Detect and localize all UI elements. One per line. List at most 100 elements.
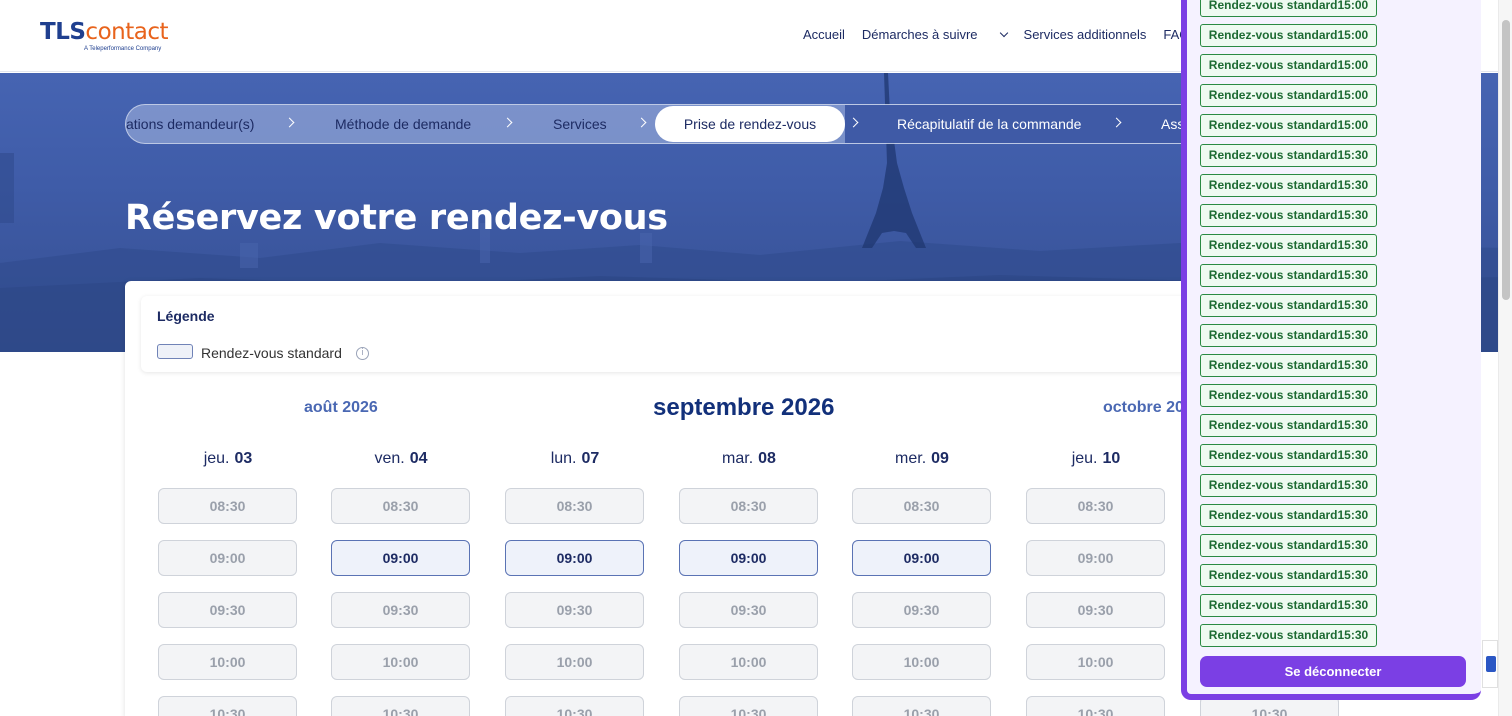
current-month-title: septembre 2026 (653, 394, 835, 421)
day-number: 10 (1102, 450, 1121, 467)
day-header: lun. 07 (505, 450, 645, 468)
time-slot[interactable]: 09:00 (852, 540, 991, 576)
time-slot: 09:30 (1026, 592, 1165, 628)
logo-tls-text: TLS (40, 19, 86, 45)
time-slot: 10:30 (158, 696, 297, 716)
slot-chip[interactable]: Rendez-vous standard15:30 (1200, 294, 1377, 317)
time-slot: 08:30 (852, 488, 991, 524)
nav-demarches[interactable]: Démarches à suivre (861, 27, 1008, 42)
time-slot: 09:30 (852, 592, 991, 628)
day-of-week: mar. (722, 450, 754, 467)
time-slot: 10:00 (679, 644, 818, 680)
time-slot: 10:00 (1026, 644, 1165, 680)
scrollbar-thumb[interactable] (1502, 20, 1510, 300)
legend-box: Légende Rendez-vous standard i (141, 296, 1191, 372)
step-methode-demande[interactable]: Méthode de demande (335, 105, 471, 143)
time-slot: 09:00 (1026, 540, 1165, 576)
time-slot: 10:30 (505, 696, 644, 716)
slot-overlay-panel: Rendez-vous standard15:00 Rendez-vous sta… (1181, 0, 1481, 700)
day-header: mer. 09 (852, 450, 992, 468)
step-services[interactable]: Services (553, 105, 607, 143)
main-nav: Accueil Démarches à suivre Services addi… (803, 27, 1233, 42)
day-number: 07 (581, 450, 600, 467)
day-header: jeu. 10 (1026, 450, 1166, 468)
time-slot: 09:30 (505, 592, 644, 628)
slot-chip[interactable]: Rendez-vous standard15:30 (1200, 564, 1377, 587)
time-slot: 08:30 (331, 488, 470, 524)
day-number: 04 (409, 450, 428, 467)
slot-chip[interactable]: Rendez-vous standard15:30 (1200, 594, 1377, 617)
day-header: jeu. 03 (158, 450, 298, 468)
time-slot: 10:00 (331, 644, 470, 680)
slot-chip[interactable]: Rendez-vous standard15:00 (1200, 24, 1377, 47)
day-of-week: jeu. (203, 450, 230, 467)
time-slot[interactable]: 09:00 (679, 540, 818, 576)
legend-swatch (157, 344, 193, 359)
time-slot: 09:00 (158, 540, 297, 576)
time-slot: 08:30 (505, 488, 644, 524)
chevron-right-icon (284, 117, 295, 128)
legend-title: Légende (157, 308, 215, 324)
slot-chip[interactable]: Rendez-vous standard15:30 (1200, 624, 1377, 647)
time-slot: 10:30 (1026, 696, 1165, 716)
slot-chip[interactable]: Rendez-vous standard15:30 (1200, 354, 1377, 377)
day-of-week: lun. (550, 450, 577, 467)
day-of-week: mer. (895, 450, 927, 467)
nav-accueil[interactable]: Accueil (803, 27, 845, 42)
chevron-down-icon (999, 28, 1008, 38)
day-header: ven. 04 (331, 450, 471, 468)
slot-chip[interactable]: Rendez-vous standard15:30 (1200, 504, 1377, 527)
time-slot: 08:30 (679, 488, 818, 524)
logout-button[interactable]: Se déconnecter (1200, 656, 1466, 687)
time-slot: 10:30 (679, 696, 818, 716)
day-number: 09 (931, 450, 949, 467)
time-slot: 09:30 (679, 592, 818, 628)
slot-chip[interactable]: Rendez-vous standard15:30 (1200, 324, 1377, 347)
time-slot[interactable]: 09:00 (331, 540, 470, 576)
slot-chip[interactable]: Rendez-vous standard15:30 (1200, 264, 1377, 287)
slot-chip[interactable]: Rendez-vous standard15:00 (1200, 84, 1377, 107)
slot-chip[interactable]: Rendez-vous standard15:00 (1200, 0, 1377, 17)
slot-chip[interactable]: Rendez-vous standard15:30 (1200, 414, 1377, 437)
step-prise-rendez-vous[interactable]: Prise de rendez-vous (655, 106, 845, 142)
legend-label: Rendez-vous standard (201, 345, 342, 361)
chevron-right-icon (502, 117, 513, 128)
slot-chip[interactable]: Rendez-vous standard15:30 (1200, 234, 1377, 257)
day-number: 08 (758, 450, 776, 467)
slot-chip[interactable]: Rendez-vous standard15:30 (1200, 204, 1377, 227)
recaptcha-icon (1486, 656, 1496, 672)
nav-demarches-label: Démarches à suivre (861, 27, 978, 42)
progress-stepper: ations demandeur(s) Méthode de demande S… (125, 104, 1205, 144)
page-scrollbar[interactable] (1498, 0, 1512, 716)
time-slot: 10:00 (852, 644, 991, 680)
chevron-right-icon (636, 117, 647, 128)
step-informations-demandeurs[interactable]: ations demandeur(s) (126, 105, 254, 143)
time-slot: 09:30 (331, 592, 470, 628)
info-icon[interactable]: i (356, 347, 369, 360)
slot-chip[interactable]: Rendez-vous standard15:00 (1200, 54, 1377, 77)
time-slot: 10:00 (158, 644, 297, 680)
time-slot: 09:30 (158, 592, 297, 628)
day-of-week: ven. (374, 450, 405, 467)
slot-chip[interactable]: Rendez-vous standard15:30 (1200, 174, 1377, 197)
slot-chip[interactable]: Rendez-vous standard15:30 (1200, 534, 1377, 557)
time-slot: 10:30 (852, 696, 991, 716)
time-slot[interactable]: 09:00 (505, 540, 644, 576)
time-slot: 10:00 (505, 644, 644, 680)
slot-chip[interactable]: Rendez-vous standard15:30 (1200, 474, 1377, 497)
tls-logo[interactable]: TLScontact A Teleperformance Company (40, 19, 168, 52)
next-month-link[interactable]: octobre 20 (1103, 399, 1184, 417)
time-slot: 08:30 (158, 488, 297, 524)
logo-subtitle: A Teleperformance Company (84, 46, 162, 52)
prev-month-link[interactable]: août 2026 (304, 399, 378, 417)
logo-contact-text: contact (85, 19, 168, 45)
slot-chip[interactable]: Rendez-vous standard15:30 (1200, 444, 1377, 467)
day-header: mar. 08 (679, 450, 819, 468)
slot-chip[interactable]: Rendez-vous standard15:00 (1200, 114, 1377, 137)
step-recapitulatif[interactable]: Récapitulatif de la commande (897, 105, 1081, 143)
slot-chip[interactable]: Rendez-vous standard15:30 (1200, 144, 1377, 167)
day-of-week: jeu. (1071, 450, 1098, 467)
day-number: 03 (234, 450, 253, 467)
slot-chip[interactable]: Rendez-vous standard15:30 (1200, 384, 1377, 407)
nav-services-additionnels[interactable]: Services additionnels (1024, 27, 1147, 42)
